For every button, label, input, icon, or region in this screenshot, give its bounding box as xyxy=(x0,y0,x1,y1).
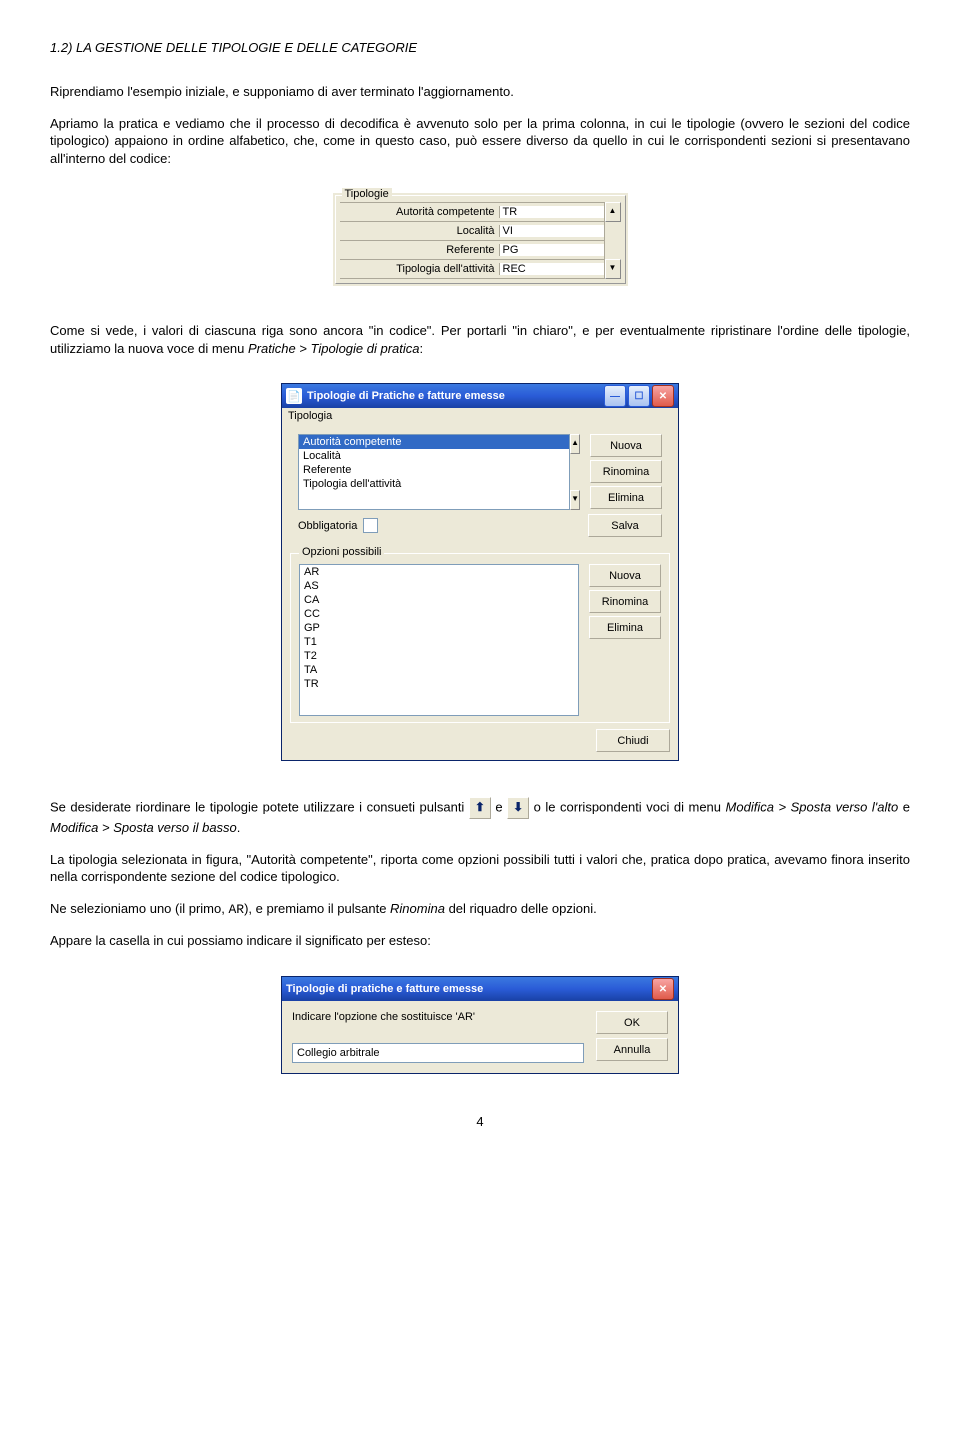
list-item[interactable]: T2 xyxy=(300,649,578,663)
minimize-button[interactable]: — xyxy=(604,385,626,407)
nuova-button[interactable]: Nuova xyxy=(590,434,662,457)
scroll-up-icon[interactable]: ▲ xyxy=(605,202,621,222)
opzioni-listbox[interactable]: AR AS CA CC GP T1 T2 TA TR xyxy=(299,564,579,716)
grid-cell[interactable]: VI xyxy=(500,225,604,237)
paragraph-6: Ne selezioniamo uno (il primo, AR), e pr… xyxy=(50,900,910,919)
obbligatoria-label: Obbligatoria xyxy=(298,520,357,532)
list-item[interactable]: Località xyxy=(299,449,569,463)
list-item[interactable]: AR xyxy=(300,565,578,579)
opzioni-nuova-button[interactable]: Nuova xyxy=(589,564,661,587)
list-item[interactable]: TA xyxy=(300,663,578,677)
paragraph-7: Appare la casella in cui possiamo indica… xyxy=(50,932,910,950)
grid-label: Località xyxy=(340,225,500,237)
opzioni-elimina-button[interactable]: Elimina xyxy=(589,616,661,639)
close-button[interactable]: ✕ xyxy=(652,385,674,407)
tipologie-window: 📄 Tipologie di Pratiche e fatture emesse… xyxy=(281,383,679,761)
tipologie-grid-box: Tipologie Autorità competente TR Localit… xyxy=(333,193,628,286)
grid-label: Autorità competente xyxy=(340,206,500,218)
move-up-icon[interactable]: ⬆ xyxy=(469,797,491,819)
menu-tipologia: Tipologia xyxy=(288,410,332,422)
grid-label: Tipologia dell'attività xyxy=(340,263,500,275)
page-number: 4 xyxy=(50,1114,910,1129)
scroll-down-icon[interactable]: ▼ xyxy=(605,259,621,279)
list-item[interactable]: CC xyxy=(300,607,578,621)
dialog-title: Tipologie di pratiche e fatture emesse xyxy=(286,983,483,995)
list-item[interactable]: TR xyxy=(300,677,578,691)
menu-bar[interactable]: Tipologia xyxy=(282,408,678,424)
opzione-input[interactable] xyxy=(292,1043,584,1063)
maximize-button[interactable]: ☐ xyxy=(628,385,650,407)
paragraph-3: Come si vede, i valori di ciascuna riga … xyxy=(50,322,910,357)
paragraph-4: Se desiderate riordinare le tipologie po… xyxy=(50,797,910,837)
list-item[interactable]: GP xyxy=(300,621,578,635)
list-item[interactable]: Tipologia dell'attività xyxy=(299,477,569,491)
grid-cell[interactable]: REC xyxy=(500,263,604,275)
list-item[interactable]: CA xyxy=(300,593,578,607)
annulla-button[interactable]: Annulla xyxy=(596,1038,668,1061)
paragraph-5: La tipologia selezionata in figura, "Aut… xyxy=(50,851,910,886)
tipologie-listbox[interactable]: Autorità competente Località Referente T… xyxy=(298,434,570,510)
opzioni-rinomina-button[interactable]: Rinomina xyxy=(589,590,661,613)
chiudi-button[interactable]: Chiudi xyxy=(596,729,670,752)
dialog-close-button[interactable]: ✕ xyxy=(652,978,674,1000)
obbligatoria-checkbox[interactable] xyxy=(363,518,378,533)
paragraph-1: Riprendiamo l'esempio iniziale, e suppon… xyxy=(50,83,910,101)
grid-cell[interactable]: TR xyxy=(500,206,604,218)
list-item[interactable]: AS xyxy=(300,579,578,593)
list-item[interactable]: Autorità competente xyxy=(299,435,569,449)
grid-cell[interactable]: PG xyxy=(500,244,604,256)
box-legend: Tipologie xyxy=(342,188,392,200)
opzioni-group-label: Opzioni possibili xyxy=(299,546,384,558)
rinomina-button[interactable]: Rinomina xyxy=(590,460,662,483)
list-item[interactable]: T1 xyxy=(300,635,578,649)
dialog-prompt: Indicare l'opzione che sostituisce 'AR' xyxy=(292,1011,584,1023)
rinomina-dialog: Tipologie di pratiche e fatture emesse ✕… xyxy=(281,976,679,1074)
paragraph-2: Apriamo la pratica e vediamo che il proc… xyxy=(50,115,910,168)
list-item[interactable]: Referente xyxy=(299,463,569,477)
window-title: Tipologie di Pratiche e fatture emesse xyxy=(307,390,505,402)
elimina-button[interactable]: Elimina xyxy=(590,486,662,509)
app-icon: 📄 xyxy=(286,388,302,404)
scroll-up-icon[interactable]: ▲ xyxy=(570,434,580,454)
move-down-icon[interactable]: ⬇ xyxy=(507,797,529,819)
grid-label: Referente xyxy=(340,244,500,256)
section-heading: 1.2) LA GESTIONE DELLE TIPOLOGIE E DELLE… xyxy=(50,40,910,55)
window-titlebar[interactable]: 📄 Tipologie di Pratiche e fatture emesse… xyxy=(282,384,678,408)
ok-button[interactable]: OK xyxy=(596,1011,668,1034)
dialog-titlebar[interactable]: Tipologie di pratiche e fatture emesse ✕ xyxy=(282,977,678,1001)
scroll-down-icon[interactable]: ▼ xyxy=(570,490,580,510)
salva-button[interactable]: Salva xyxy=(588,514,662,537)
